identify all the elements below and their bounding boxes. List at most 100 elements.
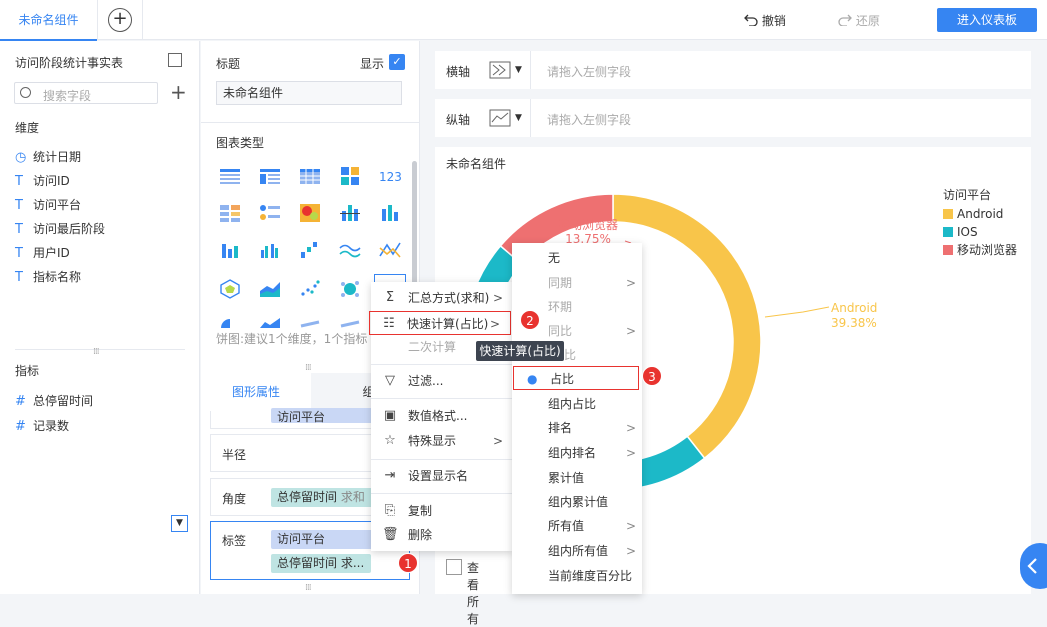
y-axis-type-icon[interactable] <box>489 109 511 127</box>
kpi-card-icon[interactable] <box>339 166 361 186</box>
submenu-item-cumulative[interactable]: 累计值 <box>512 466 642 490</box>
partial-chart-icon[interactable] <box>339 316 361 328</box>
switch-dataset-icon[interactable] <box>168 53 182 67</box>
y-axis-drop-zone[interactable]: 纵轴 ▼ 请拖入左侧字段 <box>435 99 1031 137</box>
stacked-bar-icon[interactable] <box>339 203 361 223</box>
grouped-column-icon[interactable] <box>259 240 281 260</box>
submenu-item-rank[interactable]: 排名 > <box>512 416 642 440</box>
title-label: 标题 <box>216 57 241 71</box>
menu-label: 复制 <box>408 504 433 518</box>
field-visit-platform[interactable]: T 访问平台 <box>15 194 81 216</box>
legend-label: Android <box>957 207 1004 221</box>
legend-item-mobile-browser[interactable]: 移动浏览器 <box>943 242 1017 258</box>
tab-graphic-attributes[interactable]: 图形属性 <box>201 373 311 411</box>
submenu-item-group-rank[interactable]: 组内排名 > <box>512 441 642 465</box>
resize-handle-icon[interactable]: ⁞⁞⁞ <box>305 583 312 593</box>
submenu-item-dimension-percent[interactable]: 当前维度百分比 <box>512 564 642 588</box>
area-chart-icon[interactable] <box>259 279 281 299</box>
submenu-label: 组内所有值 <box>548 544 609 558</box>
menu-label: 过滤... <box>408 374 444 388</box>
polyline-chart-icon[interactable] <box>379 240 401 260</box>
number-icon[interactable]: 123 <box>379 166 401 186</box>
submenu-item-all-values[interactable]: 所有值 > <box>512 514 642 538</box>
radar-chart-icon[interactable] <box>219 279 241 299</box>
field-visit-id[interactable]: T 访问ID <box>15 170 70 192</box>
table-chart-icon[interactable] <box>219 166 241 186</box>
resize-handle-icon[interactable]: ⁞⁞⁞ <box>305 363 312 373</box>
partial-chart-icon[interactable] <box>219 316 241 328</box>
x-axis-type-icon[interactable] <box>489 61 511 79</box>
legend-swatch <box>943 209 953 219</box>
legend-item-ios[interactable]: IOS <box>943 224 978 240</box>
redo-button[interactable]: 还原 <box>838 12 880 29</box>
partial-chart-icon[interactable] <box>259 316 281 328</box>
x-axis-drop-zone[interactable]: 横轴 ▼ 请拖入左侧字段 <box>435 51 1031 89</box>
menu-label: 快速计算(占比) <box>407 317 489 331</box>
add-tab-button[interactable]: + <box>108 8 132 32</box>
menu-item-aggregation[interactable]: Σ 汇总方式(求和) > <box>371 286 513 310</box>
menu-item-number-format[interactable]: ▣ 数值格式... <box>371 404 513 428</box>
menu-item-delete[interactable]: 🗑 删除 <box>371 523 513 547</box>
field-metric-name[interactable]: T 指标名称 <box>15 266 81 288</box>
clock-icon: ◷ <box>15 150 27 165</box>
collapse-panel-button[interactable] <box>1020 543 1047 589</box>
submenu-item-proportion[interactable]: ● 占比 <box>513 366 639 390</box>
label-field-chip-stay-time[interactable]: 总停留时间 求... <box>271 554 371 573</box>
waterfall-icon[interactable] <box>299 240 321 260</box>
grouped-table-icon[interactable] <box>259 166 281 186</box>
submenu-item-group-proportion[interactable]: 组内占比 <box>512 392 642 416</box>
tab-component[interactable]: 未命名组件 <box>0 0 98 41</box>
field-dropdown-button[interactable]: ▼ <box>171 515 188 532</box>
column-chart-icon[interactable] <box>219 240 241 260</box>
step-badge-3: 3 <box>642 366 662 386</box>
submenu-label: 占比 <box>550 372 575 386</box>
menu-item-copy[interactable]: ⎘ 复制 <box>371 499 513 523</box>
add-field-button[interactable]: + <box>170 81 187 103</box>
y-axis-placeholder: 请拖入左侧字段 <box>547 113 632 127</box>
field-last-stage[interactable]: T 访问最后阶段 <box>15 218 105 240</box>
view-all-checkbox[interactable] <box>446 559 462 575</box>
cross-table-icon[interactable] <box>299 166 321 186</box>
menu-item-rename[interactable]: ⇥ 设置显示名 <box>371 464 513 488</box>
submenu-item-group-all-values[interactable]: 组内所有值 > <box>512 539 642 563</box>
bar-chart-icon[interactable] <box>379 203 401 223</box>
field-user-id[interactable]: T 用户ID <box>15 242 70 264</box>
component-title-input[interactable]: 未命名组件 <box>216 81 402 105</box>
menu-item-quick-calc[interactable]: ☷ 快速计算(占比) > <box>369 311 511 335</box>
chip-text: 总停留时间 <box>277 490 338 504</box>
kpi-table-icon[interactable] <box>219 203 241 223</box>
field-total-stay-time[interactable]: # 总停留时间 <box>15 390 93 412</box>
field-label: 记录数 <box>33 419 70 433</box>
enter-dashboard-button[interactable]: 进入仪表板 <box>937 8 1037 32</box>
chevron-down-icon[interactable]: ▼ <box>515 65 522 75</box>
bubble-chart-icon[interactable] <box>339 279 361 299</box>
resize-handle-icon[interactable]: ⁞⁞⁞ <box>93 347 100 357</box>
quick-calc-tooltip: 快速计算(占比) <box>476 341 564 361</box>
chevron-left-icon <box>1027 558 1037 574</box>
scatter-chart-icon[interactable] <box>299 279 321 299</box>
field-chip-partial[interactable]: 访问平台 <box>271 408 383 423</box>
divider <box>530 51 531 89</box>
heatmap-icon[interactable] <box>299 203 321 223</box>
show-title-checkbox[interactable]: ✓ <box>389 54 405 70</box>
menu-item-special-display[interactable]: ☆ 特殊显示 > <box>371 429 513 453</box>
text-type-icon: T <box>15 246 23 261</box>
divider <box>201 122 420 123</box>
submenu-label: 所有值 <box>548 519 585 533</box>
partial-chart-icon[interactable] <box>299 316 321 328</box>
chevron-right-icon: > <box>625 544 636 558</box>
search-field-input[interactable]: 搜索字段 <box>14 82 158 104</box>
menu-item-filter[interactable]: ▽ 过滤... <box>371 369 513 393</box>
field-stat-date[interactable]: ◷ 统计日期 <box>15 146 81 168</box>
submenu-item-group-cumulative[interactable]: 组内累计值 <box>512 490 642 514</box>
quick-calc-submenu: 无 同期 > 环期 同比 > 环比 ● 占比 组内占比 排名 > 组内排名 > 累计值 组… <box>512 243 642 594</box>
chevron-down-icon[interactable]: ▼ <box>515 113 522 123</box>
legend-item-android[interactable]: Android <box>943 206 1003 222</box>
field-label: 指标名称 <box>33 270 82 284</box>
line-chart-icon[interactable] <box>339 240 361 260</box>
undo-button[interactable]: 撤销 <box>744 12 786 29</box>
field-label: 总停留时间 <box>33 394 94 408</box>
progress-table-icon[interactable] <box>259 203 281 223</box>
submenu-item-none[interactable]: 无 <box>512 246 642 270</box>
field-record-count[interactable]: # 记录数 <box>15 415 69 437</box>
